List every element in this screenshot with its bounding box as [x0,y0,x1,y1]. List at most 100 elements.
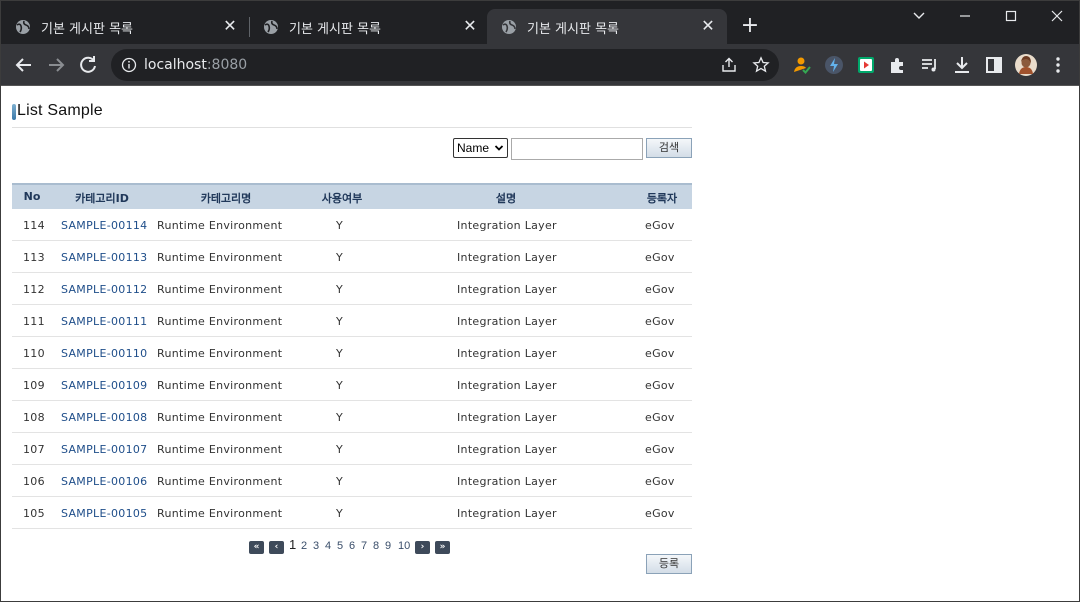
avatar[interactable] [1014,53,1038,77]
cell-registrant: eGov [645,507,675,520]
search-condition-select[interactable]: Name [453,138,508,158]
share-icon[interactable] [720,56,738,74]
cell-category-name: Runtime Environment [157,411,283,424]
cell-category-name: Runtime Environment [157,443,283,456]
table-row: 105 SAMPLE-00105 Runtime Environment Y I… [12,497,692,529]
cell-category-id-link[interactable]: SAMPLE-00111 [61,315,147,328]
cell-description: Integration Layer [457,475,557,488]
cell-description: Integration Layer [457,411,557,424]
next-page-icon[interactable]: › [415,541,430,554]
cell-category-name: Runtime Environment [157,315,283,328]
reload-icon[interactable] [76,53,100,77]
cell-no: 106 [23,475,45,488]
kebab-menu-icon[interactable] [1046,53,1070,77]
column-header-use-yn: 사용여부 [321,192,363,205]
first-page-icon[interactable]: « [249,541,264,554]
info-icon[interactable] [121,57,137,73]
url-port: :8080 [206,57,248,73]
cell-category-id-link[interactable]: SAMPLE-00106 [61,475,147,488]
page-link[interactable]: 8 [373,540,379,552]
close-icon[interactable]: ✕ [221,17,239,35]
cell-category-id-link[interactable]: SAMPLE-00112 [61,283,147,296]
star-icon[interactable] [752,56,770,74]
cell-category-name: Runtime Environment [157,347,283,360]
page-link[interactable]: 5 [337,540,343,552]
cell-category-id-link[interactable]: SAMPLE-00107 [61,443,147,456]
cell-no: 107 [23,443,45,456]
close-icon[interactable]: ✕ [699,17,717,35]
extension-person-icon[interactable] [790,53,814,77]
cell-use-yn: Y [336,443,344,456]
search-condition-value: Name [457,141,490,155]
cell-category-id-link[interactable]: SAMPLE-00113 [61,251,147,264]
cell-category-id-link[interactable]: SAMPLE-00114 [61,219,147,232]
column-header-no: No [23,190,41,203]
title-bullet-icon [12,104,16,120]
download-icon[interactable] [950,53,974,77]
tab-search-chevron-icon[interactable] [896,5,942,27]
page-link-current: 1 [289,537,297,552]
cell-description: Integration Layer [457,315,557,328]
title-divider [12,127,692,128]
cell-registrant: eGov [645,283,675,296]
chevron-down-icon [494,139,504,164]
arrow-left-icon[interactable] [12,53,36,77]
cell-no: 110 [23,347,45,360]
address-bar[interactable]: localhost:8080 [111,49,779,81]
cell-no: 111 [23,315,45,328]
cell-registrant: eGov [645,443,675,456]
cell-registrant: eGov [645,251,675,264]
page-link[interactable]: 3 [313,540,319,552]
page-link[interactable]: 9 [385,540,391,552]
cell-use-yn: Y [336,379,344,392]
cell-category-name: Runtime Environment [157,283,283,296]
extension-bolt-icon[interactable] [822,53,846,77]
cell-description: Integration Layer [457,283,557,296]
maximize-icon[interactable] [988,5,1034,27]
page-link[interactable]: 4 [325,540,331,552]
search-button[interactable]: 검색 [646,138,692,158]
cell-registrant: eGov [645,475,675,488]
cell-no: 108 [23,411,45,424]
tab-title: 기본 게시판 목록 [527,22,619,37]
table-row: 113 SAMPLE-00113 Runtime Environment Y I… [12,241,692,273]
cell-description: Integration Layer [457,507,557,520]
last-page-icon[interactable]: » [435,541,450,554]
page-link[interactable]: 2 [301,540,307,552]
table-row: 112 SAMPLE-00112 Runtime Environment Y I… [12,273,692,305]
globe-icon [502,20,516,34]
new-tab-icon[interactable]: + [739,15,761,37]
url-host: localhost [144,57,207,73]
cell-category-id-link[interactable]: SAMPLE-00108 [61,411,147,424]
column-header-description: 설명 [495,192,517,205]
tab-3-active[interactable]: 기본 게시판 목록 ✕ [487,9,727,44]
cell-category-name: Runtime Environment [157,507,283,520]
arrow-right-icon[interactable] [44,53,68,77]
cell-category-id-link[interactable]: SAMPLE-00109 [61,379,147,392]
cell-description: Integration Layer [457,379,557,392]
side-panel-icon[interactable] [982,53,1006,77]
tab-2[interactable]: 기본 게시판 목록 ✕ [249,9,489,44]
cell-use-yn: Y [336,347,344,360]
puzzle-icon[interactable] [886,53,910,77]
minimize-icon[interactable] [942,5,988,27]
cell-category-id-link[interactable]: SAMPLE-00110 [61,347,147,360]
table-row: 108 SAMPLE-00108 Runtime Environment Y I… [12,401,692,433]
page-link[interactable]: 10 [398,540,410,552]
window-close-icon[interactable] [1034,5,1079,27]
tab-title: 기본 게시판 목록 [289,22,381,37]
extension-play-icon[interactable] [854,53,878,77]
search-keyword-input[interactable] [511,138,643,160]
media-playlist-icon[interactable] [918,53,942,77]
cell-category-id-link[interactable]: SAMPLE-00105 [61,507,147,520]
tab-1[interactable]: 기본 게시판 목록 ✕ [1,9,249,44]
close-icon[interactable]: ✕ [461,17,479,35]
cell-no: 112 [23,283,45,296]
register-button[interactable]: 등록 [646,554,692,574]
prev-page-icon[interactable]: ‹ [269,541,284,554]
page-link[interactable]: 7 [361,540,367,552]
page-content: List Sample Name 검색 No 카테고리ID 카테고리명 사용여부… [1,87,1079,601]
list-table: No 카테고리ID 카테고리명 사용여부 설명 등록자 114 SAMPLE-0… [12,183,692,529]
page-link[interactable]: 6 [349,540,355,552]
cell-category-name: Runtime Environment [157,251,283,264]
